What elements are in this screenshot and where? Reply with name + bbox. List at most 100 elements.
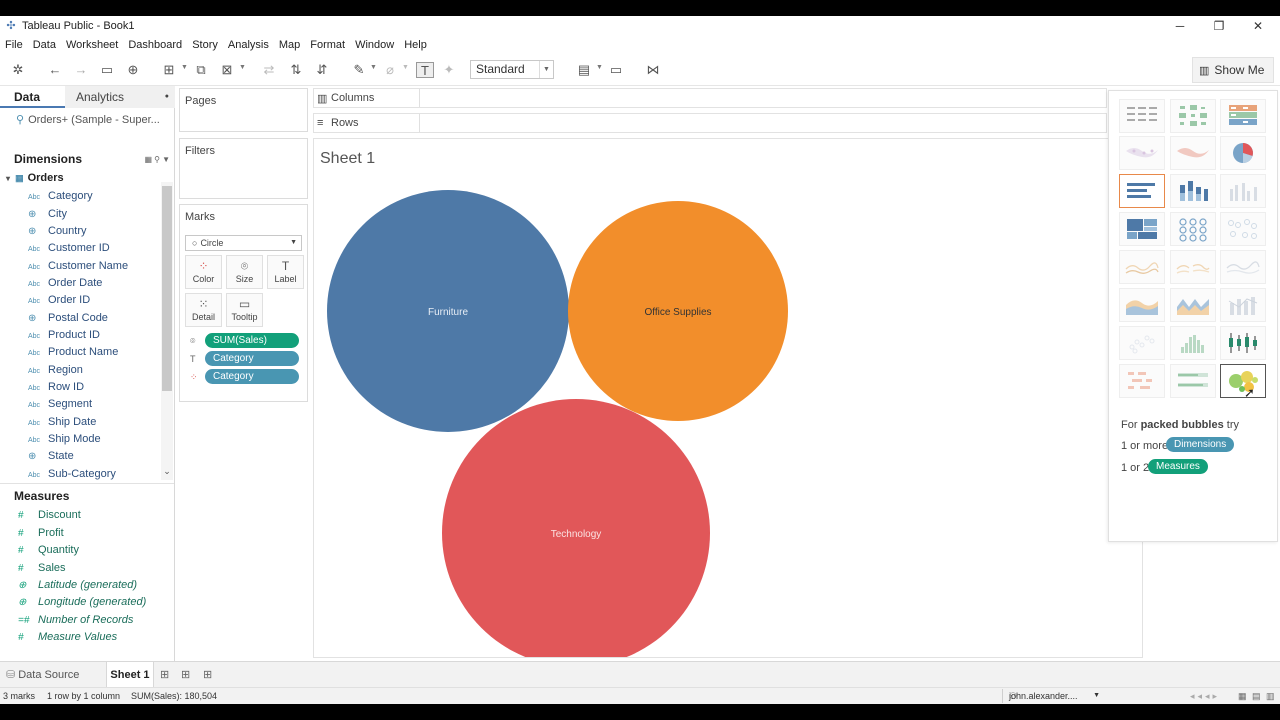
show-cards-icon[interactable]: ▤: [575, 62, 593, 78]
chart-side-by-side-bars[interactable]: [1220, 174, 1266, 208]
field-profit[interactable]: # Profit: [18, 525, 64, 542]
chart-packed-bubbles[interactable]: [1220, 364, 1266, 398]
user-menu[interactable]: ⚇ john.alexander.... ▼: [1002, 689, 1104, 703]
new-dashboard-icon[interactable]: ⊞: [181, 668, 190, 681]
field-longitude[interactable]: ⊕ Longitude (generated): [18, 594, 146, 611]
clear-sheet-icon[interactable]: ⊠: [218, 62, 236, 78]
redo-icon[interactable]: →: [72, 62, 90, 78]
chart-treemap[interactable]: [1119, 212, 1165, 246]
columns-shelf[interactable]: ▥ Columns: [313, 88, 1107, 108]
tableau-home-icon[interactable]: ✲: [9, 62, 27, 78]
new-datasource-icon[interactable]: ⊕: [124, 62, 142, 78]
pill-category-color[interactable]: Category: [205, 369, 299, 384]
chart-stacked-bars[interactable]: [1170, 174, 1216, 208]
new-story-icon[interactable]: ⊞: [203, 668, 212, 681]
save-icon[interactable]: ▭: [98, 62, 116, 78]
show-filmstrip-icon[interactable]: ▦: [1238, 688, 1247, 704]
swap-icon[interactable]: ⇄: [260, 62, 278, 78]
field-product-id[interactable]: Abc Product ID: [28, 327, 100, 344]
chevron-down-icon[interactable]: ▼: [162, 155, 170, 164]
new-worksheet-dropdown-icon[interactable]: ▼: [181, 64, 188, 71]
presentation-mode-icon[interactable]: ▭: [607, 62, 625, 78]
label-button[interactable]: T Label: [267, 255, 304, 289]
chart-heat-map[interactable]: [1170, 99, 1216, 133]
search-icon[interactable]: ⚲: [154, 155, 160, 164]
chart-symbol-map[interactable]: [1119, 136, 1165, 170]
chart-gantt[interactable]: [1119, 364, 1165, 398]
chart-dual-combination[interactable]: [1220, 288, 1266, 322]
field-category[interactable]: Abc Category: [28, 188, 93, 205]
field-sales[interactable]: # Sales: [18, 560, 66, 577]
menu-analysis[interactable]: Analysis: [228, 39, 269, 51]
sort-descending-icon[interactable]: ⇵: [313, 62, 331, 78]
datasource-item[interactable]: ⚲ Orders+ (Sample - Super...: [0, 110, 174, 130]
share-icon[interactable]: ⋈: [644, 62, 662, 78]
tab-analytics[interactable]: Analytics ●: [65, 86, 175, 108]
bubble-technology[interactable]: [442, 399, 710, 657]
fit-select[interactable]: Standard ▼: [470, 60, 554, 79]
cards-dropdown-icon[interactable]: ▼: [596, 64, 603, 71]
new-worksheet-icon[interactable]: ⊞: [160, 62, 178, 78]
rows-drop-zone[interactable]: [419, 114, 420, 132]
filters-shelf[interactable]: Filters: [179, 138, 308, 199]
restore-icon[interactable]: ❐: [1199, 16, 1239, 36]
color-button[interactable]: ⁘ Color: [185, 255, 222, 289]
close-icon[interactable]: ✕: [1238, 16, 1278, 36]
tooltip-button[interactable]: ▭ Tooltip: [226, 293, 263, 327]
field-city[interactable]: ⊕ City: [28, 206, 67, 223]
sheet-navigation-icons[interactable]: ◂◂◂▸: [1190, 688, 1220, 704]
mark-type-select[interactable]: ○ Circle ▼: [185, 235, 302, 251]
field-ship-date[interactable]: Abc Ship Date: [28, 414, 96, 431]
size-button[interactable]: ⌾ Size: [226, 255, 263, 289]
field-sub-category[interactable]: Abc Sub-Category: [28, 466, 116, 483]
field-ship-mode[interactable]: Abc Ship Mode: [28, 431, 101, 448]
highlight-dropdown-icon[interactable]: ▼: [370, 64, 377, 71]
chart-box-whisker[interactable]: [1220, 326, 1266, 360]
field-state[interactable]: ⊕ State: [28, 448, 74, 465]
data-source-tab[interactable]: ⛁ Data Source: [6, 668, 79, 681]
field-order-date[interactable]: Abc Order Date: [28, 275, 102, 292]
menu-dashboard[interactable]: Dashboard: [128, 39, 182, 51]
chart-area-discrete[interactable]: [1170, 288, 1216, 322]
field-measure-values[interactable]: # Measure Values: [18, 629, 117, 646]
pin-icon[interactable]: ✦: [440, 62, 458, 78]
field-discount[interactable]: # Discount: [18, 507, 81, 524]
pill-sum-sales[interactable]: SUM(Sales): [205, 333, 299, 348]
chart-circle-views[interactable]: [1170, 212, 1216, 246]
chart-discrete-lines[interactable]: [1170, 250, 1216, 284]
group-dropdown-icon[interactable]: ▼: [402, 64, 409, 71]
field-product-name[interactable]: Abc Product Name: [28, 344, 118, 361]
scrollbar-thumb[interactable]: [162, 186, 172, 391]
field-segment[interactable]: Abc Segment: [28, 396, 92, 413]
tab-data[interactable]: Data: [0, 86, 65, 108]
sort-ascending-icon[interactable]: ⇅: [287, 62, 305, 78]
pane-menu-icon[interactable]: ●: [165, 86, 169, 108]
show-sheet-sorter-icon[interactable]: ▤: [1252, 688, 1261, 704]
chart-highlight-table[interactable]: [1220, 99, 1266, 133]
scroll-down-icon[interactable]: ⌄: [161, 466, 173, 477]
chart-scatter-plot[interactable]: [1119, 326, 1165, 360]
rows-shelf[interactable]: ≡ Rows: [313, 113, 1107, 133]
chart-pie[interactable]: [1220, 136, 1266, 170]
grid-view-icon[interactable]: ▦: [144, 155, 152, 164]
minimize-icon[interactable]: ─: [1160, 16, 1200, 36]
field-country[interactable]: ⊕ Country: [28, 223, 87, 240]
menu-format[interactable]: Format: [310, 39, 345, 51]
menu-worksheet[interactable]: Worksheet: [66, 39, 118, 51]
menu-story[interactable]: Story: [192, 39, 218, 51]
pill-category-label[interactable]: Category: [205, 351, 299, 366]
group-icon[interactable]: ⌀: [381, 62, 399, 78]
field-customer-name[interactable]: Abc Customer Name: [28, 258, 128, 275]
chart-histogram[interactable]: [1170, 326, 1216, 360]
new-worksheet-icon[interactable]: ⊞: [160, 668, 169, 681]
show-me-button[interactable]: ▥ Show Me: [1192, 57, 1274, 83]
show-tabs-icon[interactable]: ▥: [1266, 688, 1275, 704]
field-order-id[interactable]: Abc Order ID: [28, 292, 90, 309]
detail-button[interactable]: ⁙ Detail: [185, 293, 222, 327]
chart-side-by-side-circles[interactable]: [1220, 212, 1266, 246]
show-labels-icon[interactable]: T: [416, 62, 434, 78]
chart-dual-lines[interactable]: [1220, 250, 1266, 284]
columns-drop-zone[interactable]: [419, 89, 420, 107]
field-customer-id[interactable]: Abc Customer ID: [28, 240, 110, 257]
table-orders[interactable]: ▾ ▦ Orders: [6, 172, 64, 184]
